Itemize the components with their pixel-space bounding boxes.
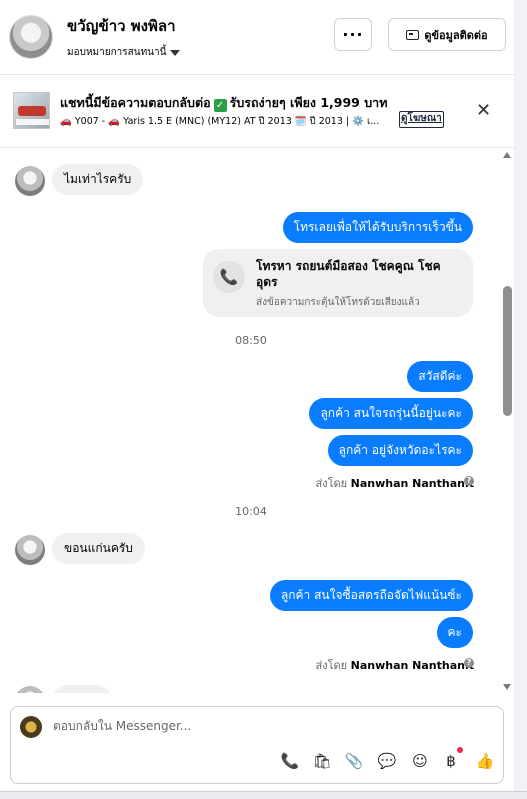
view-ad-link[interactable]: ดูโฆษณา <box>399 111 444 128</box>
bottom-status-strip <box>0 791 527 799</box>
reply-input[interactable] <box>53 719 483 733</box>
reply-composer: 📞 🛍 📎 💬 ☺ ฿ 👍 <box>10 706 504 784</box>
incoming-message[interactable]: ขอนแก่นครับ <box>52 533 145 564</box>
banner-title: แชทนี้มีข้อความตอบกลับต่อ ✓ รับรถง่ายๆ เพี… <box>60 93 387 113</box>
timestamp: 10:04 <box>235 505 267 518</box>
incoming-message[interactable]: ไมเท่าไรครับ <box>52 164 144 195</box>
contact-name[interactable]: ขวัญข้าว พงพิลา <box>67 14 180 38</box>
phone-plus-icon[interactable]: 📞 <box>280 751 300 771</box>
sender-avatar[interactable] <box>15 535 45 565</box>
sent-by-prefix: ส่งโดย <box>315 659 348 672</box>
assign-label: มอบหมายการสนทนานี้ <box>67 47 167 58</box>
banner-title-part1: แชทนี้มีข้อความตอบกลับต่อ <box>60 95 211 110</box>
sent-by-label: ส่งโดย Nanwhan Nanthanit <box>316 474 474 492</box>
sent-by-name: Nanwhan Nanthanit <box>350 659 474 672</box>
scroll-up-arrow-icon[interactable] <box>503 152 511 158</box>
notification-dot <box>457 747 463 753</box>
timestamp: 08:50 <box>235 334 267 347</box>
paperclip-icon[interactable]: 📎 <box>344 751 364 771</box>
banner-title-part2: รับรถง่ายๆ เพียง 1,999 บาท <box>229 95 388 110</box>
contact-avatar[interactable] <box>9 15 53 59</box>
sent-by-name: Nanwhan Nanthanit <box>350 477 474 490</box>
baht-icon[interactable]: ฿ <box>441 751 461 771</box>
page-avatar <box>20 716 42 738</box>
view-contact-label: ดูข้อมูลติดต่อ <box>424 28 488 42</box>
message-list[interactable]: ไมเท่าไรครับ โทรเลยเพื่อให้ได้รับบริการเ… <box>0 148 502 693</box>
info-icon[interactable]: ? <box>464 476 474 486</box>
outgoing-message[interactable]: ลูกค้า สนใจรถรุ่นนี้อยู่นะคะ <box>309 398 473 429</box>
more-options-button[interactable]: ··· <box>334 18 372 51</box>
view-contact-button[interactable]: ดูข้อมูลติดต่อ <box>388 18 506 51</box>
outgoing-message[interactable]: โทรเลยเพื่อให้ได้รับบริการเร็วขึ้น <box>282 212 473 243</box>
assign-conversation-dropdown[interactable]: มอบหมายการสนทนานี้ <box>67 45 181 60</box>
contact-card-icon <box>406 29 420 40</box>
ad-thumbnail[interactable] <box>13 92 50 129</box>
caret-down-icon <box>170 49 181 56</box>
sent-by-prefix: ส่งโดย <box>315 477 348 490</box>
ad-reply-banner: แชทนี้มีข้อความตอบกลับต่อ ✓ รับรถง่ายๆ เพี… <box>0 75 514 147</box>
messenger-chat-panel: ขวัญข้าว พงพิลา มอบหมายการสนทนานี้ ··· ด… <box>0 0 527 799</box>
close-banner-button[interactable]: ✕ <box>476 100 491 121</box>
sender-avatar[interactable] <box>15 166 45 196</box>
scroll-down-arrow-icon[interactable] <box>503 684 511 690</box>
phone-icon: 📞 <box>213 261 245 293</box>
contact-info: ขวัญข้าว พงพิลา มอบหมายการสนทนานี้ <box>67 14 181 60</box>
window-edge <box>514 0 527 799</box>
emoji-icon[interactable]: ☺ <box>410 751 430 771</box>
chat-bubble-icon[interactable]: 💬 <box>377 751 397 771</box>
call-card-title: โทรหา รถยนต์มือสอง โชคคูณ โชค อุดร <box>256 259 441 289</box>
outgoing-message[interactable]: ลูกค้า อยู่จังหวัดอะไรคะ <box>327 435 473 466</box>
info-icon[interactable]: ? <box>464 658 474 668</box>
call-prompt-card[interactable]: 📞 โทรหา รถยนต์มือสอง โชคคูณ โชค อุดร ส่ง… <box>203 249 473 317</box>
outgoing-message[interactable]: ลูกค้า สนใจซื้อสดรถือจัดไฟแน้นซ์ะ <box>269 580 473 611</box>
call-card-subtitle: ส่งข้อความกระตุ้นให้โทรด้วยเสียงแล้ว <box>256 297 420 308</box>
incoming-message-partial <box>52 685 112 693</box>
sent-by-label: ส่งโดย Nanwhan Nanthanit <box>316 656 474 674</box>
check-mark-icon: ✓ <box>213 99 227 112</box>
shopping-bag-icon[interactable]: 🛍 <box>312 751 332 771</box>
scrollbar-thumb[interactable] <box>503 286 512 416</box>
outgoing-message[interactable]: สวัสดีค่ะ <box>407 361 473 392</box>
thumbs-up-icon[interactable]: 👍 <box>475 751 495 771</box>
outgoing-message[interactable]: คะ <box>436 617 473 648</box>
banner-description: 🚗 Y007 - 🚗 Yaris 1.5 E (MNC) (MY12) AT ป… <box>60 116 380 127</box>
sender-avatar <box>15 686 45 693</box>
